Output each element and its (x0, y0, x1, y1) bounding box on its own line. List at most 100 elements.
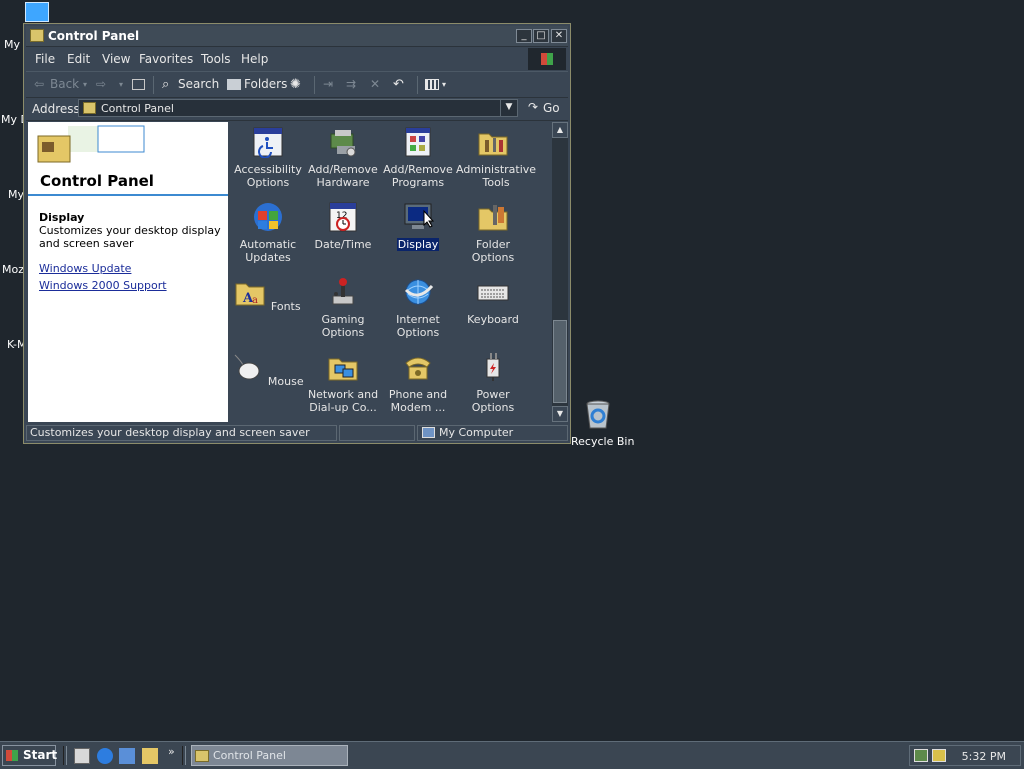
item-label: Accessibility Options (234, 163, 302, 189)
scroll-thumb[interactable] (553, 320, 567, 403)
selected-item-heading: Display (39, 211, 85, 224)
item-accessibility-options[interactable]: Accessibility Options (230, 126, 306, 189)
menu-help[interactable]: Help (241, 52, 268, 66)
item-add-remove-programs[interactable]: Add/Remove Programs (380, 126, 456, 189)
left-info-panel: Control Panel Display Customizes your de… (28, 122, 228, 422)
toolbar-separator (417, 76, 418, 94)
programs-icon (405, 127, 431, 157)
fonts-icon: Aa (235, 283, 265, 306)
item-display[interactable]: Display (380, 201, 456, 251)
menu-view[interactable]: View (102, 52, 130, 66)
windows-update-icon (254, 203, 282, 231)
clock[interactable]: 5:32 PM (962, 750, 1006, 763)
item-keyboard[interactable]: Keyboard (455, 276, 531, 326)
item-date-time[interactable]: 12 Date/Time (305, 201, 381, 251)
close-button[interactable]: ✕ (551, 29, 567, 43)
item-gaming-options[interactable]: Gaming Options (305, 276, 381, 339)
show-desktop-icon[interactable] (74, 748, 90, 764)
control-panel-header-icon (28, 122, 148, 170)
windows-2000-support-link[interactable]: Windows 2000 Support (39, 279, 167, 292)
vertical-scrollbar[interactable]: ▲ ▼ (552, 122, 568, 422)
menu-file[interactable]: File (35, 52, 55, 66)
address-dropdown-icon[interactable]: ▼ (500, 100, 517, 116)
item-label: Display (396, 238, 440, 251)
item-label: Phone and Modem ... (388, 388, 448, 414)
desktop-icon-top[interactable] (25, 2, 49, 22)
forward-dropdown-icon[interactable]: ▾ (119, 80, 133, 94)
folders-button[interactable]: Folders (244, 77, 287, 91)
maximize-button[interactable]: □ (533, 29, 549, 43)
start-button[interactable]: Start (2, 745, 58, 766)
scroll-down-icon[interactable]: ▼ (552, 406, 568, 422)
outlook-express-icon[interactable] (119, 748, 135, 764)
item-automatic-updates[interactable]: Automatic Updates (230, 201, 306, 264)
item-label: Power Options (471, 388, 515, 414)
start-label: Start (23, 748, 58, 762)
taskbar-separator (182, 746, 186, 765)
item-add-remove-hardware[interactable]: Add/Remove Hardware (305, 126, 381, 189)
recycle-bin-label: Recycle Bin (571, 435, 635, 448)
volume-tray-icon[interactable] (932, 749, 946, 762)
item-label: Add/Remove Hardware (308, 163, 378, 189)
item-administrative-tools[interactable]: Administrative Tools (455, 126, 536, 189)
item-label: Folder Options (471, 238, 515, 264)
control-panel-icon (83, 102, 96, 114)
phone-icon (405, 357, 431, 380)
item-phone-modem[interactable]: Phone and Modem ... (380, 351, 456, 414)
status-pane (339, 425, 415, 441)
search-quicklaunch-icon[interactable] (142, 748, 158, 764)
display-icon (404, 203, 435, 229)
copy-to-icon[interactable]: ⇉ (346, 77, 360, 91)
minimize-button[interactable]: _ (516, 29, 532, 43)
desktop-icon-label: My (4, 38, 21, 51)
windows-update-link[interactable]: Windows Update (39, 262, 131, 275)
mouse-icon (235, 354, 260, 380)
forward-button-icon[interactable]: ⇨ (96, 77, 110, 91)
title-bar[interactable]: Control Panel _ □ ✕ (26, 26, 568, 47)
back-button[interactable]: Back (50, 77, 79, 91)
item-label: Mouse (267, 375, 304, 388)
quicklaunch-more-icon[interactable]: » (168, 745, 175, 758)
views-icon[interactable] (425, 79, 439, 90)
svg-text:a: a (252, 295, 258, 306)
control-panel-icon (30, 29, 44, 42)
up-folder-icon[interactable] (132, 79, 145, 90)
undo-icon[interactable]: ↶ (393, 77, 407, 92)
taskbar-button-label: Control Panel (213, 749, 286, 762)
menu-edit[interactable]: Edit (67, 52, 90, 66)
recycle-bin-icon (586, 400, 610, 429)
item-label: Date/Time (314, 238, 372, 251)
toolbar-separator (314, 76, 315, 94)
keyboard-icon (477, 285, 509, 301)
search-button[interactable]: Search (178, 77, 219, 91)
address-label: Address (32, 102, 80, 116)
network-tray-icon[interactable] (914, 749, 928, 762)
delete-icon[interactable]: ✕ (370, 77, 384, 91)
item-internet-options[interactable]: Internet Options (380, 276, 456, 339)
item-label: Internet Options (396, 313, 440, 339)
item-fonts[interactable]: Aa Fonts (230, 276, 306, 313)
power-icon (486, 353, 500, 381)
internet-explorer-icon[interactable] (97, 748, 113, 764)
item-power-options[interactable]: Power Options (455, 351, 531, 414)
taskbar-button-control-panel[interactable]: Control Panel (191, 745, 348, 766)
menu-tools[interactable]: Tools (201, 52, 231, 66)
toolbar: ⇦ Back ▾ ⇨ ▾ ⌕ Search Folders ✺ ⇥ ⇉ ✕ ↶ … (26, 71, 568, 98)
desktop-icon-label: My (8, 188, 25, 201)
move-to-icon[interactable]: ⇥ (323, 77, 337, 91)
address-value: Control Panel (101, 102, 174, 115)
history-icon[interactable]: ✺ (290, 77, 304, 92)
views-dropdown-icon[interactable]: ▾ (442, 80, 456, 94)
menu-favorites[interactable]: Favorites (139, 52, 193, 66)
item-folder-options[interactable]: Folder Options (455, 201, 531, 264)
address-field[interactable]: Control Panel ▼ (78, 99, 518, 117)
control-panel-items: Accessibility Options Add/Remove Hardwar… (230, 122, 552, 422)
go-button[interactable]: Go (543, 101, 560, 115)
date-time-icon: 12 (329, 202, 357, 232)
scroll-up-icon[interactable]: ▲ (552, 122, 568, 138)
recycle-bin[interactable]: Recycle Bin (568, 398, 635, 450)
item-label: Keyboard (467, 313, 519, 326)
item-network-dialup[interactable]: Network and Dial-up Co... (305, 351, 381, 414)
item-mouse[interactable]: Mouse (230, 351, 306, 388)
back-dropdown-icon[interactable]: ▾ (83, 80, 97, 94)
